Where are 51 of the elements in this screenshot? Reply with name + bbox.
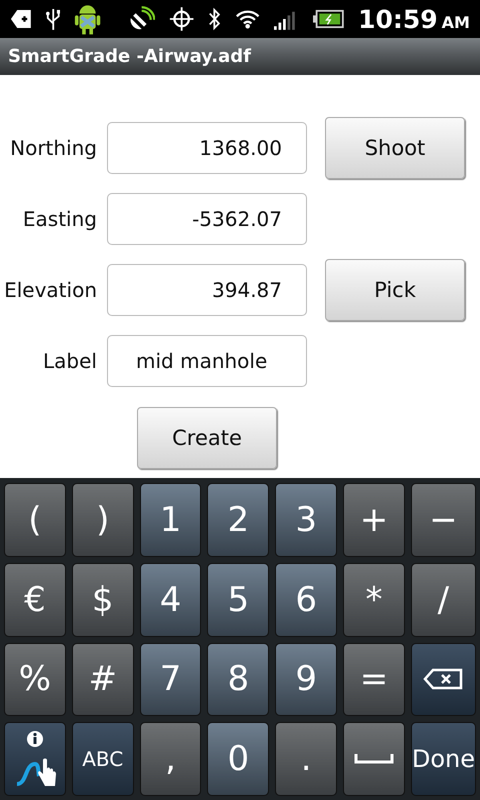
keyboard-key[interactable] bbox=[343, 722, 405, 796]
field-label: Label bbox=[42, 349, 97, 373]
pick-button[interactable]: Pick bbox=[325, 259, 465, 321]
keyboard-key[interactable]: 4 bbox=[140, 562, 202, 636]
keyboard-key[interactable]: 0 bbox=[207, 722, 270, 796]
notification-icon bbox=[10, 8, 32, 30]
keyboard-key[interactable]: / bbox=[410, 562, 476, 636]
keyboard-key[interactable] bbox=[410, 642, 476, 716]
backspace-icon bbox=[423, 668, 464, 690]
clock-meridiem: AM bbox=[442, 12, 470, 32]
keyboard-key[interactable]: + bbox=[343, 483, 405, 557]
keyboard-key[interactable]: ) bbox=[72, 483, 134, 557]
shoot-button[interactable]: Shoot bbox=[325, 117, 465, 179]
field-label: Elevation bbox=[3, 278, 97, 302]
input-field[interactable]: 394.87 bbox=[107, 264, 307, 316]
space-icon bbox=[354, 754, 394, 764]
input-field[interactable]: -5362.07 bbox=[107, 193, 307, 245]
keyboard-key[interactable]: 9 bbox=[275, 642, 338, 716]
keyboard-key[interactable]: $ bbox=[72, 562, 134, 636]
keyboard-key[interactable]: % bbox=[4, 642, 66, 716]
keyboard-key[interactable]: 7 bbox=[140, 642, 202, 716]
field-label: Northing bbox=[9, 136, 97, 160]
battery-icon bbox=[313, 9, 344, 29]
keyboard-key[interactable]: = bbox=[343, 642, 405, 716]
satellite-icon bbox=[129, 6, 155, 32]
keyboard-key[interactable]: 1 bbox=[140, 483, 202, 557]
keyboard-key[interactable]: 6 bbox=[275, 562, 338, 636]
wifi-icon bbox=[234, 8, 260, 30]
field-label: Easting bbox=[22, 207, 97, 231]
keyboard-key[interactable]: ABC bbox=[72, 722, 134, 796]
keyboard-key[interactable]: € bbox=[4, 562, 66, 636]
keyboard-key[interactable]: 8 bbox=[207, 642, 270, 716]
keyboard-key[interactable]: Done bbox=[410, 722, 476, 796]
crosshair-icon bbox=[168, 5, 194, 33]
create-button[interactable]: Create bbox=[137, 407, 277, 469]
input-field[interactable]: 1368.00 bbox=[107, 122, 307, 174]
keyboard-key[interactable]: ( bbox=[4, 483, 66, 557]
keyboard-key[interactable] bbox=[4, 722, 66, 796]
app-title: SmartGrade -Airway.adf bbox=[8, 46, 251, 67]
usb-icon bbox=[46, 6, 60, 32]
keyboard-key[interactable]: − bbox=[410, 483, 476, 557]
keyboard-key[interactable]: 3 bbox=[275, 483, 338, 557]
keyboard-key[interactable]: , bbox=[140, 722, 202, 796]
keyboard-key[interactable]: . bbox=[275, 722, 338, 796]
keyboard-key[interactable]: # bbox=[72, 642, 134, 716]
input-field[interactable]: mid manhole bbox=[107, 335, 307, 387]
keyboard-key[interactable]: 2 bbox=[207, 483, 270, 557]
keyboard-key[interactable]: * bbox=[343, 562, 405, 636]
keyboard-key[interactable]: 5 bbox=[207, 562, 270, 636]
clock-time: 10:59 bbox=[358, 4, 438, 34]
bluetooth-icon bbox=[208, 6, 221, 32]
